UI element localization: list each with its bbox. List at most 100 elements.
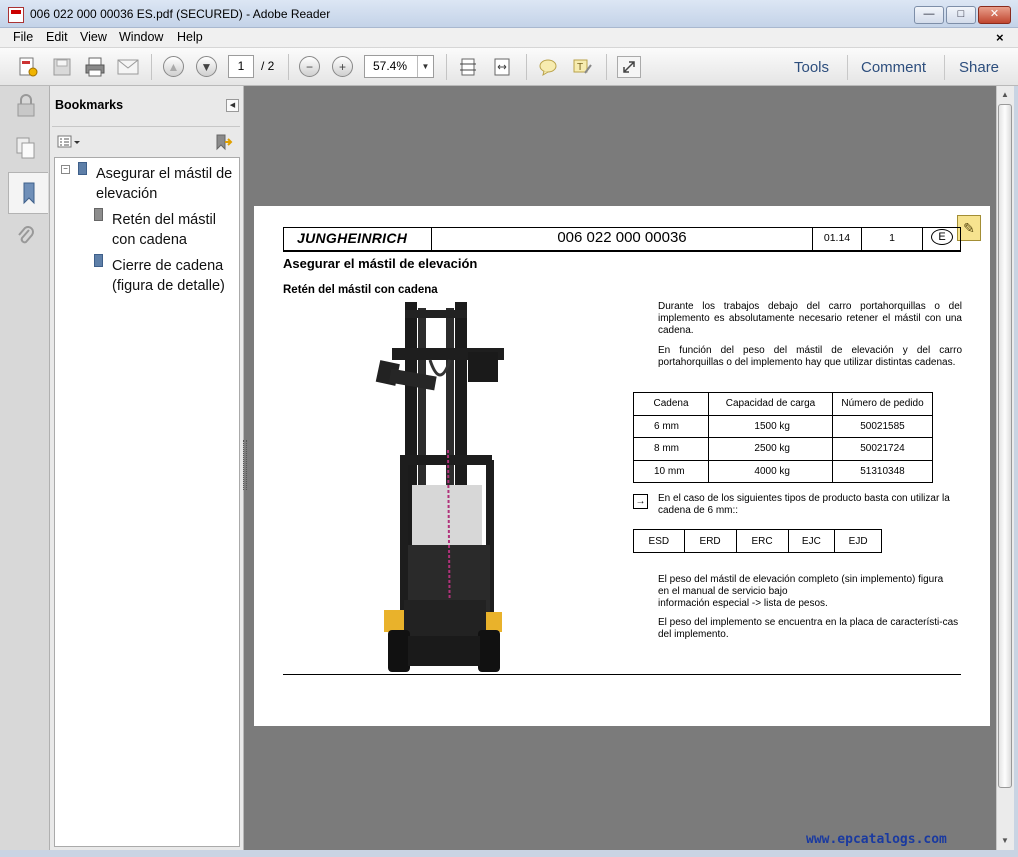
- bookmark-label: (figura de detalle): [112, 278, 225, 294]
- zoom-in-icon[interactable]: +: [332, 56, 353, 77]
- tools-link[interactable]: Tools: [794, 59, 829, 76]
- menu-view[interactable]: View: [80, 30, 107, 44]
- scroll-up-icon[interactable]: ▲: [996, 87, 1014, 103]
- note-text: En el caso de los siguientes tipos de pr…: [658, 493, 950, 516]
- bookmark-label: elevación: [96, 186, 158, 202]
- panel-resize-handle[interactable]: [243, 440, 247, 490]
- expand-icon[interactable]: [617, 56, 641, 78]
- comment-link[interactable]: Comment: [861, 59, 926, 76]
- toolbar-separator: [288, 54, 289, 80]
- close-document-icon[interactable]: ×: [996, 30, 1004, 45]
- collapse-panel-icon[interactable]: ◀: [226, 99, 239, 112]
- table-cell: 50021724: [832, 437, 933, 461]
- paragraph-1: Durante los trabajos debajo del carro po…: [658, 301, 962, 336]
- window-title: 006 022 000 00036 ES.pdf (SECURED) - Ado…: [30, 7, 331, 21]
- maximize-button[interactable]: □: [946, 6, 976, 24]
- bookmarks-title: Bookmarks: [55, 98, 124, 112]
- status-bar: [0, 850, 1018, 857]
- product-types-table: ESD ERD ERC EJC EJD: [633, 529, 882, 553]
- table-header-cell: Capacidad de carga: [708, 392, 833, 416]
- create-pdf-icon[interactable]: [16, 56, 40, 78]
- table-cell: ERC: [735, 529, 789, 553]
- zoom-out-icon[interactable]: −: [299, 56, 320, 77]
- paragraph-3-line: en el manual de servicio bajo: [658, 586, 788, 597]
- bookmark-item-reten[interactable]: Retén del mástil con cadena: [112, 210, 216, 250]
- paragraph-2: En función del peso del mástil de elevac…: [658, 345, 962, 368]
- page-number-input[interactable]: 1: [228, 55, 254, 78]
- table-row: 8 mm 2500 kg 50021724: [633, 437, 933, 461]
- new-bookmark-icon[interactable]: [214, 133, 234, 151]
- table-cell: ERD: [683, 529, 737, 553]
- table-row: ESD ERD ERC EJC EJD: [633, 529, 882, 553]
- email-icon[interactable]: [116, 56, 140, 78]
- fit-width-icon[interactable]: [490, 56, 514, 78]
- language-badge: E: [931, 229, 953, 245]
- bookmark-label: Asegurar el mástil de: [96, 166, 233, 182]
- watermark: www.epcatalogs.com: [806, 832, 947, 847]
- document-date: 01.14: [823, 232, 851, 244]
- toolbar-separator: [606, 54, 607, 80]
- menu-edit[interactable]: Edit: [46, 30, 68, 44]
- bookmarks-icon[interactable]: [8, 172, 48, 214]
- paragraph-3-line: información especial -> lista de pesos.: [658, 598, 828, 609]
- table-cell: 51310348: [832, 459, 933, 483]
- lock-icon[interactable]: [10, 90, 42, 122]
- bookmark-item-asegurar[interactable]: Asegurar el mástil de elevación: [96, 164, 232, 204]
- bookmark-icon: [94, 208, 103, 221]
- toolbar-separator: [151, 54, 152, 80]
- page-heading: Asegurar el mástil de elevación: [283, 256, 478, 271]
- document-number: 006 022 000 00036: [557, 229, 687, 246]
- bookmark-item-cierre[interactable]: Cierre de cadena (figura de detalle): [112, 256, 225, 296]
- chevron-down-icon[interactable]: ▼: [417, 56, 433, 77]
- close-button[interactable]: ✕: [978, 6, 1011, 24]
- table-header-row: Cadena Capacidad de carga Número de pedi…: [633, 392, 933, 416]
- table-cell: ESD: [633, 529, 685, 553]
- share-link[interactable]: Share: [959, 59, 999, 76]
- comment-bubble-icon[interactable]: [536, 56, 560, 78]
- fit-page-icon[interactable]: [456, 56, 480, 78]
- menu-file[interactable]: File: [13, 30, 33, 44]
- svg-text:T: T: [577, 62, 583, 73]
- page-subheading: Retén del mástil con cadena: [283, 284, 438, 296]
- bookmark-options-icon[interactable]: [57, 135, 81, 151]
- minimize-button[interactable]: —: [914, 6, 944, 24]
- table-cell: 10 mm: [633, 459, 709, 483]
- forklift-image: [360, 300, 510, 674]
- table-cell: 1500 kg: [708, 414, 833, 438]
- toolbar-separator: [944, 55, 945, 80]
- print-icon[interactable]: [83, 56, 107, 78]
- next-page-icon[interactable]: ▼: [196, 56, 217, 77]
- pdf-file-icon: [8, 7, 24, 23]
- page-total: / 2: [261, 59, 275, 73]
- divider: [52, 126, 240, 127]
- table-cell: 50021585: [832, 414, 933, 438]
- arrow-right-icon: →: [633, 494, 648, 509]
- chain-table: Cadena Capacidad de carga Número de pedi…: [633, 392, 933, 483]
- table-row: 10 mm 4000 kg 51310348: [633, 459, 933, 483]
- toolbar-separator: [847, 55, 848, 80]
- bookmark-icon: [78, 162, 87, 175]
- menu-help[interactable]: Help: [177, 30, 203, 44]
- save-icon[interactable]: [50, 56, 74, 78]
- bookmark-icon: [94, 254, 103, 267]
- page-thumbnails-icon[interactable]: [10, 132, 42, 164]
- tree-collapse-icon[interactable]: −: [61, 165, 70, 174]
- toolbar-separator: [526, 54, 527, 80]
- footer-rule: [283, 674, 961, 675]
- scrollbar-thumb[interactable]: [998, 104, 1012, 788]
- scroll-down-icon[interactable]: ▼: [996, 833, 1014, 849]
- previous-page-icon[interactable]: ▲: [163, 56, 184, 77]
- brand-logo: JUNGHEINRICH: [297, 230, 408, 246]
- table-cell: 8 mm: [633, 437, 709, 461]
- table-cell: 2500 kg: [708, 437, 833, 461]
- attachments-paperclip-icon[interactable]: [10, 220, 42, 252]
- paragraph-3: El peso del mástil de elevación completo…: [658, 574, 962, 610]
- table-cell: EJD: [834, 529, 882, 553]
- highlight-text-icon[interactable]: T: [570, 56, 594, 78]
- bookmark-label: Cierre de cadena: [112, 258, 224, 274]
- bookmark-label: con cadena: [112, 232, 187, 248]
- document-page: 1: [889, 232, 895, 244]
- table-cell: EJC: [787, 529, 836, 553]
- menu-window[interactable]: Window: [119, 30, 163, 44]
- paragraph-3-line: El peso del mástil de elevación completo…: [658, 574, 944, 585]
